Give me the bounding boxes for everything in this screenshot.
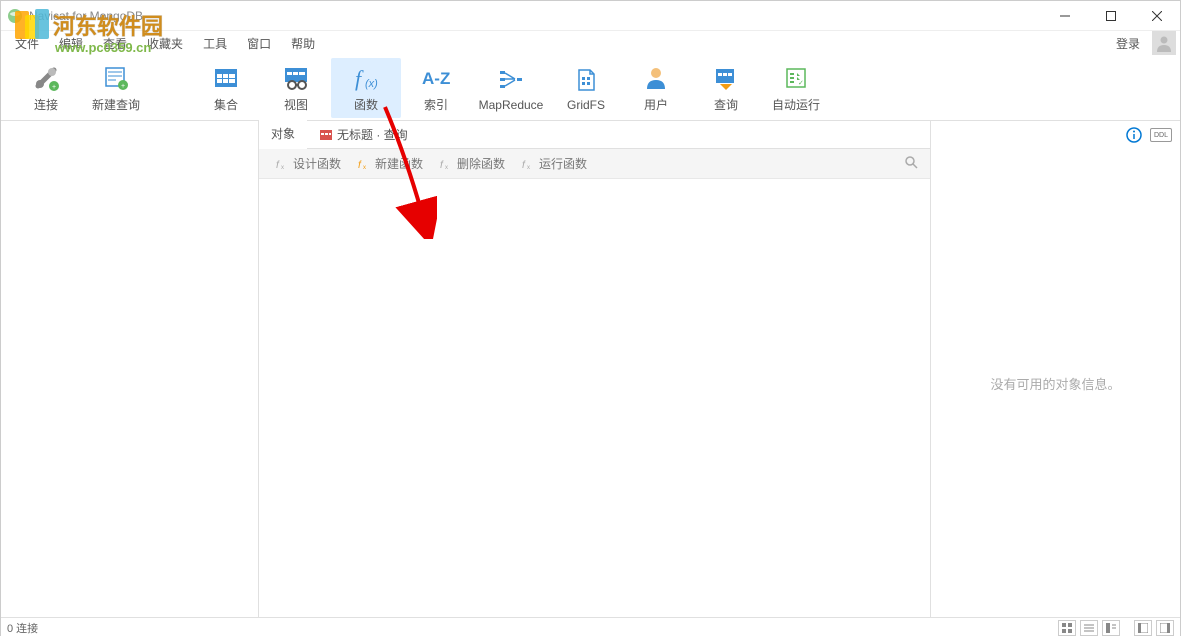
tool-label: GridFS [567, 98, 605, 112]
tab-objects[interactable]: 对象 [259, 120, 307, 149]
tool-mapreduce[interactable]: MapReduce [471, 58, 551, 118]
tool-user[interactable]: 用户 [621, 58, 691, 118]
tool-new-query[interactable]: + 新建查询 [81, 58, 151, 118]
window-title: Navicat for MongoDB [29, 9, 1042, 23]
tool-label: 视图 [284, 96, 308, 113]
table-icon [212, 62, 240, 94]
svg-text:f: f [358, 160, 362, 171]
tool-label: 查询 [714, 96, 738, 113]
connection-status: 0 连接 [7, 620, 38, 636]
panel-right-button[interactable] [1156, 620, 1174, 636]
toolbar: + 连接 + 新建查询 集合 视图 f(x) 函数 A-Z 索引 [1, 55, 1180, 121]
center-panel: 对象 无标题 · 查询 fx 设计函数 fx 新建函数 fx 删除函数 fx [259, 121, 930, 617]
tool-label: 用户 [644, 96, 668, 113]
mapreduce-icon [497, 64, 525, 96]
new-function-button[interactable]: fx 新建函数 [349, 152, 431, 175]
ddl-button[interactable]: DDL [1150, 128, 1172, 142]
search-icon[interactable] [900, 151, 922, 176]
menu-help[interactable]: 帮助 [281, 32, 325, 55]
grid-view-button[interactable] [1058, 620, 1076, 636]
func-label: 删除函数 [457, 155, 505, 172]
info-button[interactable] [1124, 125, 1144, 145]
empty-message: 没有可用的对象信息。 [990, 374, 1120, 393]
tab-untitled-query[interactable]: 无标题 · 查询 [307, 121, 420, 148]
menu-window[interactable]: 窗口 [237, 32, 281, 55]
title-bar: Navicat for MongoDB [1, 1, 1180, 31]
tool-view[interactable]: 视图 [261, 58, 331, 118]
func-label: 设计函数 [293, 155, 341, 172]
fx-plus-icon: fx [357, 157, 371, 171]
run-function-button[interactable]: fx 运行函数 [513, 152, 595, 175]
query-icon [712, 62, 740, 94]
tool-query[interactable]: 查询 [691, 58, 761, 118]
menu-edit[interactable]: 编辑 [49, 32, 93, 55]
az-icon: A-Z [420, 62, 452, 94]
app-icon [7, 8, 23, 24]
tool-collection[interactable]: 集合 [191, 58, 261, 118]
list-view-button[interactable] [1080, 620, 1098, 636]
svg-text:x: x [281, 165, 284, 171]
panel-left-button[interactable] [1134, 620, 1152, 636]
menu-file[interactable]: 文件 [5, 32, 49, 55]
user-icon [642, 62, 670, 94]
svg-text:f: f [276, 160, 280, 171]
func-label: 新建函数 [375, 155, 423, 172]
tool-label: 自动运行 [772, 96, 820, 113]
svg-text:f: f [355, 66, 364, 91]
view-icon [282, 62, 310, 94]
right-panel: DDL 没有可用的对象信息。 [930, 121, 1180, 617]
fx-run-icon: fx [521, 157, 535, 171]
fx-delete-icon: fx [439, 157, 453, 171]
svg-text:A-Z: A-Z [422, 69, 450, 88]
menu-bar: 文件 编辑 查看 收藏夹 工具 窗口 帮助 登录 [1, 31, 1180, 55]
user-avatar[interactable] [1152, 31, 1176, 55]
function-toolbar: fx 设计函数 fx 新建函数 fx 删除函数 fx 运行函数 [259, 149, 930, 179]
content-area [259, 179, 930, 617]
tab-label: 对象 [271, 125, 295, 142]
login-link[interactable]: 登录 [1108, 32, 1148, 55]
fx-icon: fx [275, 157, 289, 171]
svg-text:f: f [440, 160, 444, 171]
tool-label: 新建查询 [92, 96, 140, 113]
tab-bar: 对象 无标题 · 查询 [259, 121, 930, 149]
tool-label: 集合 [214, 96, 238, 113]
tool-label: 函数 [354, 96, 378, 113]
delete-function-button[interactable]: fx 删除函数 [431, 152, 513, 175]
autorun-icon: ✓ [782, 62, 810, 94]
left-sidebar [1, 121, 259, 617]
svg-text:x: x [363, 165, 366, 171]
function-icon: f(x) [351, 62, 381, 94]
grid-icon [319, 128, 333, 142]
tool-label: MapReduce [479, 98, 544, 112]
gridfs-icon [572, 64, 600, 96]
svg-text:✓: ✓ [798, 80, 804, 87]
menu-view[interactable]: 查看 [93, 32, 137, 55]
svg-text:f: f [522, 160, 526, 171]
svg-text:(x): (x) [365, 78, 378, 90]
tool-function[interactable]: f(x) 函数 [331, 58, 401, 118]
design-function-button[interactable]: fx 设计函数 [267, 152, 349, 175]
svg-text:x: x [445, 165, 448, 171]
svg-text:+: + [121, 83, 125, 90]
tool-connect[interactable]: + 连接 [11, 58, 81, 118]
tab-label: 无标题 · 查询 [337, 126, 408, 143]
plug-icon: + [32, 62, 60, 94]
menu-tools[interactable]: 工具 [193, 32, 237, 55]
func-label: 运行函数 [539, 155, 587, 172]
svg-text:+: + [52, 84, 56, 91]
tool-autorun[interactable]: ✓ 自动运行 [761, 58, 831, 118]
svg-text:x: x [527, 165, 530, 171]
tool-label: 索引 [424, 96, 448, 113]
maximize-button[interactable] [1088, 1, 1134, 31]
detail-view-button[interactable] [1102, 620, 1120, 636]
tool-index[interactable]: A-Z 索引 [401, 58, 471, 118]
tool-gridfs[interactable]: GridFS [551, 58, 621, 118]
status-bar: 0 连接 [1, 617, 1180, 637]
close-button[interactable] [1134, 1, 1180, 31]
tool-label: 连接 [34, 96, 58, 113]
menu-favorites[interactable]: 收藏夹 [137, 32, 193, 55]
new-query-icon: + [102, 62, 130, 94]
right-panel-header: DDL [931, 121, 1180, 149]
minimize-button[interactable] [1042, 1, 1088, 31]
